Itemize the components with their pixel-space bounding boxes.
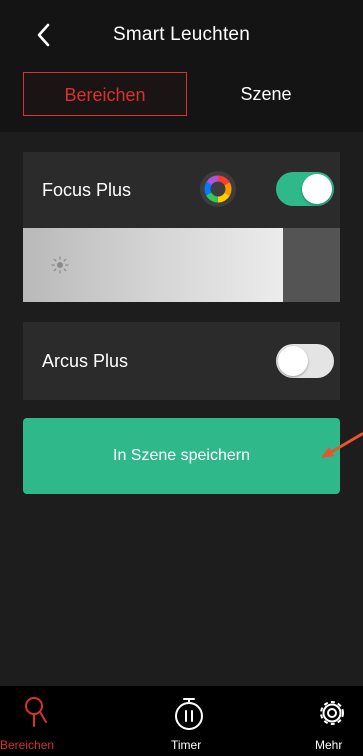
save-to-scene-button[interactable]: In Szene speichern — [23, 418, 340, 494]
nav-label: Bereichen — [0, 738, 55, 752]
annotation-arrow-icon — [321, 432, 363, 458]
timer-icon — [175, 698, 203, 730]
nav-item-timer[interactable]: Timer — [158, 686, 218, 756]
arcus-plus-power-toggle[interactable] — [276, 344, 334, 378]
brightness-slider[interactable] — [23, 228, 340, 302]
nav-item-bereichen[interactable]: Bereichen — [0, 686, 70, 756]
tab-szene[interactable]: Szene — [192, 72, 340, 116]
light-name: Arcus Plus — [42, 351, 129, 371]
brightness-sun-icon — [51, 256, 69, 274]
color-wheel-icon — [204, 175, 232, 203]
color-picker-button[interactable] — [200, 171, 236, 207]
light-name: Focus Plus — [42, 180, 132, 200]
nav-item-mehr[interactable]: Mehr — [303, 686, 363, 756]
nav-label: Timer — [171, 738, 202, 752]
gear-icon — [320, 701, 344, 725]
toggle-knob — [302, 174, 332, 204]
nav-label: Mehr — [315, 738, 343, 752]
focus-plus-power-toggle[interactable] — [276, 172, 334, 206]
tab-bar: Bereichen Szene — [0, 62, 363, 132]
bottom-navigation: Bereichen Timer Mehr — [0, 686, 363, 756]
page-title: Smart Leuchten — [113, 24, 250, 45]
area-pin-icon — [25, 697, 47, 727]
toggle-knob — [278, 346, 308, 376]
light-card-arcus-plus: Arcus Plus — [23, 322, 340, 400]
tab-bereichen[interactable]: Bereichen — [23, 72, 187, 116]
light-card-focus-plus: Focus Plus — [23, 152, 340, 302]
